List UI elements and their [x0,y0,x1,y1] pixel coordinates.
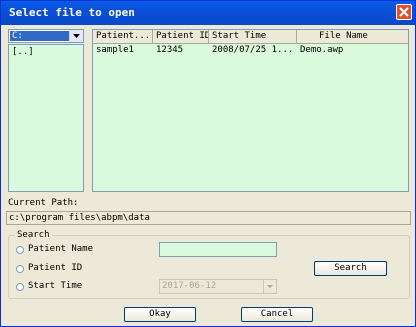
radio-label-patient-id[interactable]: Patient ID [28,263,82,273]
cell-file-name: Demo.awp [300,45,344,55]
date-picker-arrow[interactable] [263,280,276,293]
radio-patient-name[interactable] [16,246,24,254]
cell-start-time: 2008/07/25 1... [212,45,294,55]
close-icon [399,7,409,17]
column-header-file-name[interactable]: File Name [297,30,408,43]
start-time-date-picker[interactable]: 2017-06-12 [159,279,277,294]
window-title: Select file to open [9,6,135,19]
folder-list[interactable]: [..] [8,44,84,192]
search-text-input[interactable] [159,242,277,257]
radio-patient-id[interactable] [16,265,24,273]
column-header-start-time[interactable]: Start Time [209,30,297,43]
cell-patient-id: 12345 [156,45,184,55]
drive-dropdown[interactable]: C: [8,29,84,43]
open-file-dialog: Select file to open C: [..] Patient... P… [0,0,416,327]
cell-patient-name: sample1 [96,45,134,55]
file-table[interactable]: Patient... Patient ID Start Time File Na… [92,29,409,192]
chevron-down-icon [73,34,80,38]
folder-item-parent[interactable]: [..] [12,47,34,57]
current-path-label: Current Path: [8,198,79,208]
cancel-button-label: Cancel [260,309,294,319]
close-button[interactable] [396,4,412,20]
search-button[interactable]: Search [314,261,387,276]
column-header-patient-name[interactable]: Patient... [93,30,153,43]
current-path-value: c:\program files\abpm\data [6,211,411,225]
okay-button[interactable]: Okay [124,307,196,322]
column-header-patient-id[interactable]: Patient ID [153,30,209,43]
chevron-down-icon [267,285,273,288]
title-bar: Select file to open [1,1,415,25]
radio-label-patient-name[interactable]: Patient Name [28,244,93,254]
table-header: Patient... Patient ID Start Time File Na… [93,30,408,44]
radio-label-start-time[interactable]: Start Time [28,281,82,291]
okay-button-label: Okay [149,309,171,319]
drive-dropdown-value: C: [10,31,70,41]
cancel-button[interactable]: Cancel [241,307,313,322]
search-group-title: Search [15,229,52,241]
drive-dropdown-arrow[interactable] [69,30,83,42]
date-picker-value: 2017-06-12 [162,281,217,291]
radio-start-time[interactable] [16,283,24,291]
